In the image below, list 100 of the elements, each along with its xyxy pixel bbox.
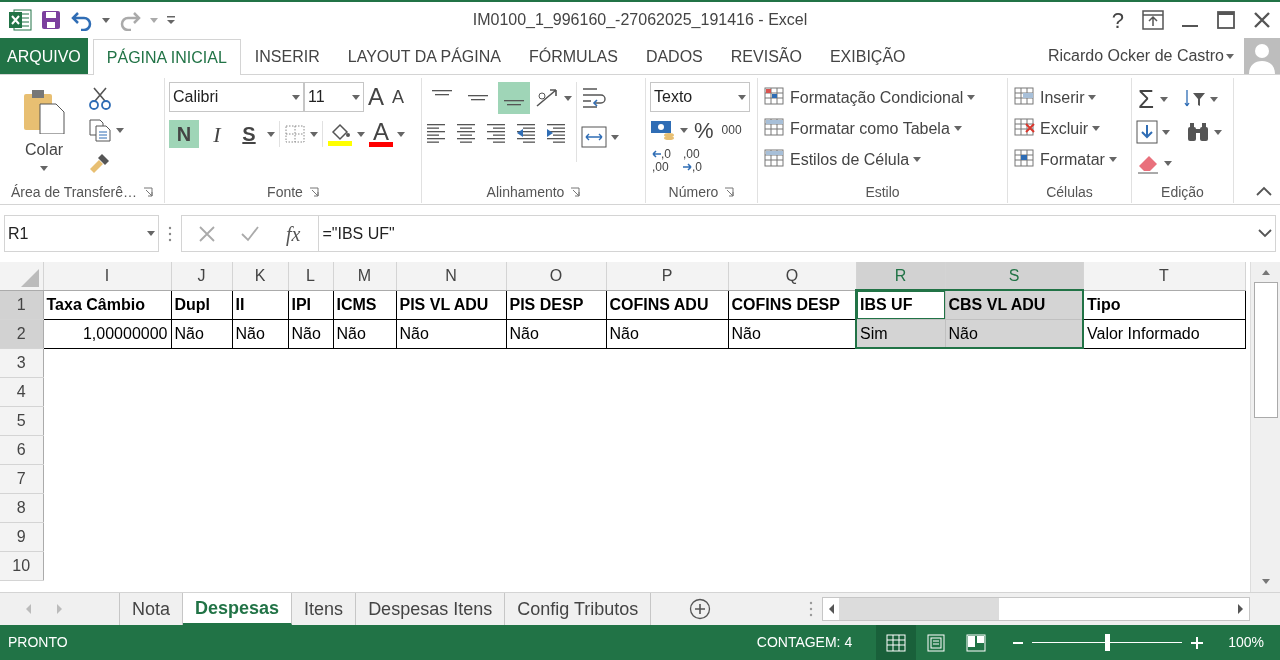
formula-field[interactable]: ="IBS UF" <box>318 215 1276 252</box>
add-sheet-icon[interactable] <box>689 598 712 620</box>
row-header[interactable]: 10 <box>0 551 43 580</box>
row-header[interactable]: 6 <box>0 435 43 464</box>
ribbon-tab[interactable]: PÁGINA INICIAL <box>92 39 241 75</box>
percent-button[interactable]: % <box>692 116 716 144</box>
dialog-launcher-icon[interactable] <box>724 187 735 197</box>
ribbon-tab[interactable]: EXIBIÇÃO <box>815 38 920 74</box>
align-center-icon[interactable] <box>456 122 478 144</box>
ribbon-tab[interactable]: FÓRMULAS <box>515 38 632 74</box>
ribbon-tab[interactable]: INSERIR <box>240 38 334 74</box>
ribbon-tab[interactable]: REVISÃO <box>716 38 816 74</box>
ribbon-tab[interactable]: ARQUIVO <box>0 38 88 74</box>
maximize-icon[interactable] <box>1216 10 1236 30</box>
split-handle-icon[interactable] <box>808 600 814 618</box>
font-color-button[interactable]: A <box>369 121 393 147</box>
account-menu[interactable]: Ricardo Ocker de Castro <box>1045 38 1236 74</box>
column-header[interactable]: S <box>945 262 1083 290</box>
table-cell[interactable]: Não <box>171 319 232 348</box>
table-cell[interactable]: Valor Informado <box>1083 319 1245 348</box>
column-header[interactable]: T <box>1083 262 1245 290</box>
table-cell[interactable]: Tipo <box>1083 290 1245 319</box>
table-cell[interactable]: Não <box>232 319 288 348</box>
wrap-text-icon[interactable] <box>581 86 607 110</box>
table-cell[interactable]: II <box>232 290 288 319</box>
normal-view-button[interactable] <box>876 625 917 660</box>
zoom-in-icon[interactable] <box>1190 635 1205 650</box>
table-cell[interactable]: COFINS DESP <box>728 290 856 319</box>
table-cell[interactable]: Não <box>506 319 606 348</box>
fill-color-icon[interactable] <box>327 122 353 146</box>
styles-menu-button[interactable]: Formatar como Tabela <box>762 113 978 144</box>
binoculars-icon[interactable] <box>1186 121 1210 143</box>
table-cell[interactable]: PIS DESP <box>506 290 606 319</box>
font-size-field[interactable]: 11 <box>304 82 364 112</box>
save-icon[interactable] <box>40 9 62 31</box>
ribbon-tab[interactable]: LAYOUT DA PÁGINA <box>333 38 515 74</box>
column-header[interactable]: I <box>43 262 171 290</box>
column-header[interactable]: L <box>288 262 333 290</box>
customize-menu-icon[interactable] <box>166 15 176 25</box>
table-cell[interactable]: Não <box>396 319 506 348</box>
orientation-icon[interactable] <box>534 86 560 110</box>
row-header[interactable]: 7 <box>0 464 43 493</box>
table-cell[interactable]: Não <box>333 319 396 348</box>
bold-button[interactable]: N <box>169 120 199 148</box>
column-header[interactable]: J <box>171 262 232 290</box>
copy-icon[interactable] <box>88 118 112 142</box>
table-cell[interactable]: Não <box>728 319 856 348</box>
row-header[interactable]: 9 <box>0 522 43 551</box>
dialog-launcher-icon[interactable] <box>143 187 154 197</box>
table-cell[interactable]: PIS VL ADU <box>396 290 506 319</box>
expand-formula-icon[interactable] <box>1258 228 1272 239</box>
styles-menu-button[interactable]: Estilos de Célula <box>762 144 978 175</box>
column-header[interactable]: M <box>333 262 396 290</box>
paste-button[interactable]: Colar <box>20 82 68 174</box>
column-header[interactable]: R <box>856 262 945 290</box>
table-cell[interactable]: Não <box>606 319 728 348</box>
align-right-icon[interactable] <box>486 122 508 144</box>
autosum-button[interactable]: Σ <box>1136 86 1157 112</box>
cells-menu-button[interactable]: Inserir <box>1012 82 1119 113</box>
slider-thumb[interactable] <box>1105 634 1111 651</box>
column-header[interactable]: N <box>396 262 506 290</box>
grow-font-button[interactable]: A <box>364 83 388 111</box>
table-cell[interactable]: COFINS ADU <box>606 290 728 319</box>
column-header[interactable]: K <box>232 262 288 290</box>
table-cell[interactable]: CBS VL ADU <box>945 290 1083 319</box>
italic-button[interactable]: I <box>203 120 231 148</box>
table-cell[interactable]: 1,00000000 <box>43 319 171 348</box>
align-bottom-icon[interactable] <box>498 82 530 114</box>
fill-down-icon[interactable] <box>1136 120 1158 144</box>
cells-menu-button[interactable]: Excluir <box>1012 113 1119 144</box>
column-header[interactable]: Q <box>728 262 856 290</box>
insert-function-button[interactable]: fx <box>284 219 303 248</box>
table-cell[interactable]: Sim <box>856 319 945 348</box>
table-cell[interactable]: Dupl <box>171 290 232 319</box>
excel-logo-icon[interactable] <box>8 8 32 32</box>
name-box[interactable]: R1 <box>4 215 159 252</box>
row-header[interactable]: 3 <box>0 348 43 377</box>
dialog-launcher-icon[interactable] <box>570 187 581 197</box>
row-header[interactable]: 1 <box>0 290 43 319</box>
increase-decimal-button[interactable]: ,0 ,00 <box>650 148 673 173</box>
table-cell[interactable]: IBS UF <box>856 290 945 319</box>
column-header[interactable]: O <box>506 262 606 290</box>
close-icon[interactable] <box>1252 10 1272 30</box>
row-header[interactable]: 4 <box>0 377 43 406</box>
sheet-tab[interactable]: Despesas <box>183 593 293 625</box>
font-name-field[interactable]: Calibri <box>169 82 304 112</box>
zoom-level[interactable]: 100% <box>1228 632 1264 653</box>
underline-button[interactable]: S <box>235 120 263 148</box>
table-cell[interactable]: ICMS <box>333 290 396 319</box>
column-header[interactable]: P <box>606 262 728 290</box>
accounting-format-icon[interactable] <box>650 119 676 141</box>
collapse-ribbon-icon[interactable] <box>1256 186 1272 196</box>
decrease-indent-icon[interactable] <box>516 122 538 144</box>
cells-menu-button[interactable]: Formatar <box>1012 144 1119 175</box>
dialog-launcher-icon[interactable] <box>308 187 319 197</box>
decrease-decimal-button[interactable]: ,00 ,0 <box>681 148 705 173</box>
ribbon-tab[interactable]: DADOS <box>631 38 717 74</box>
merge-center-icon[interactable] <box>581 126 607 148</box>
ribbon-display-icon[interactable] <box>1142 10 1164 30</box>
undo-icon[interactable] <box>70 9 94 31</box>
